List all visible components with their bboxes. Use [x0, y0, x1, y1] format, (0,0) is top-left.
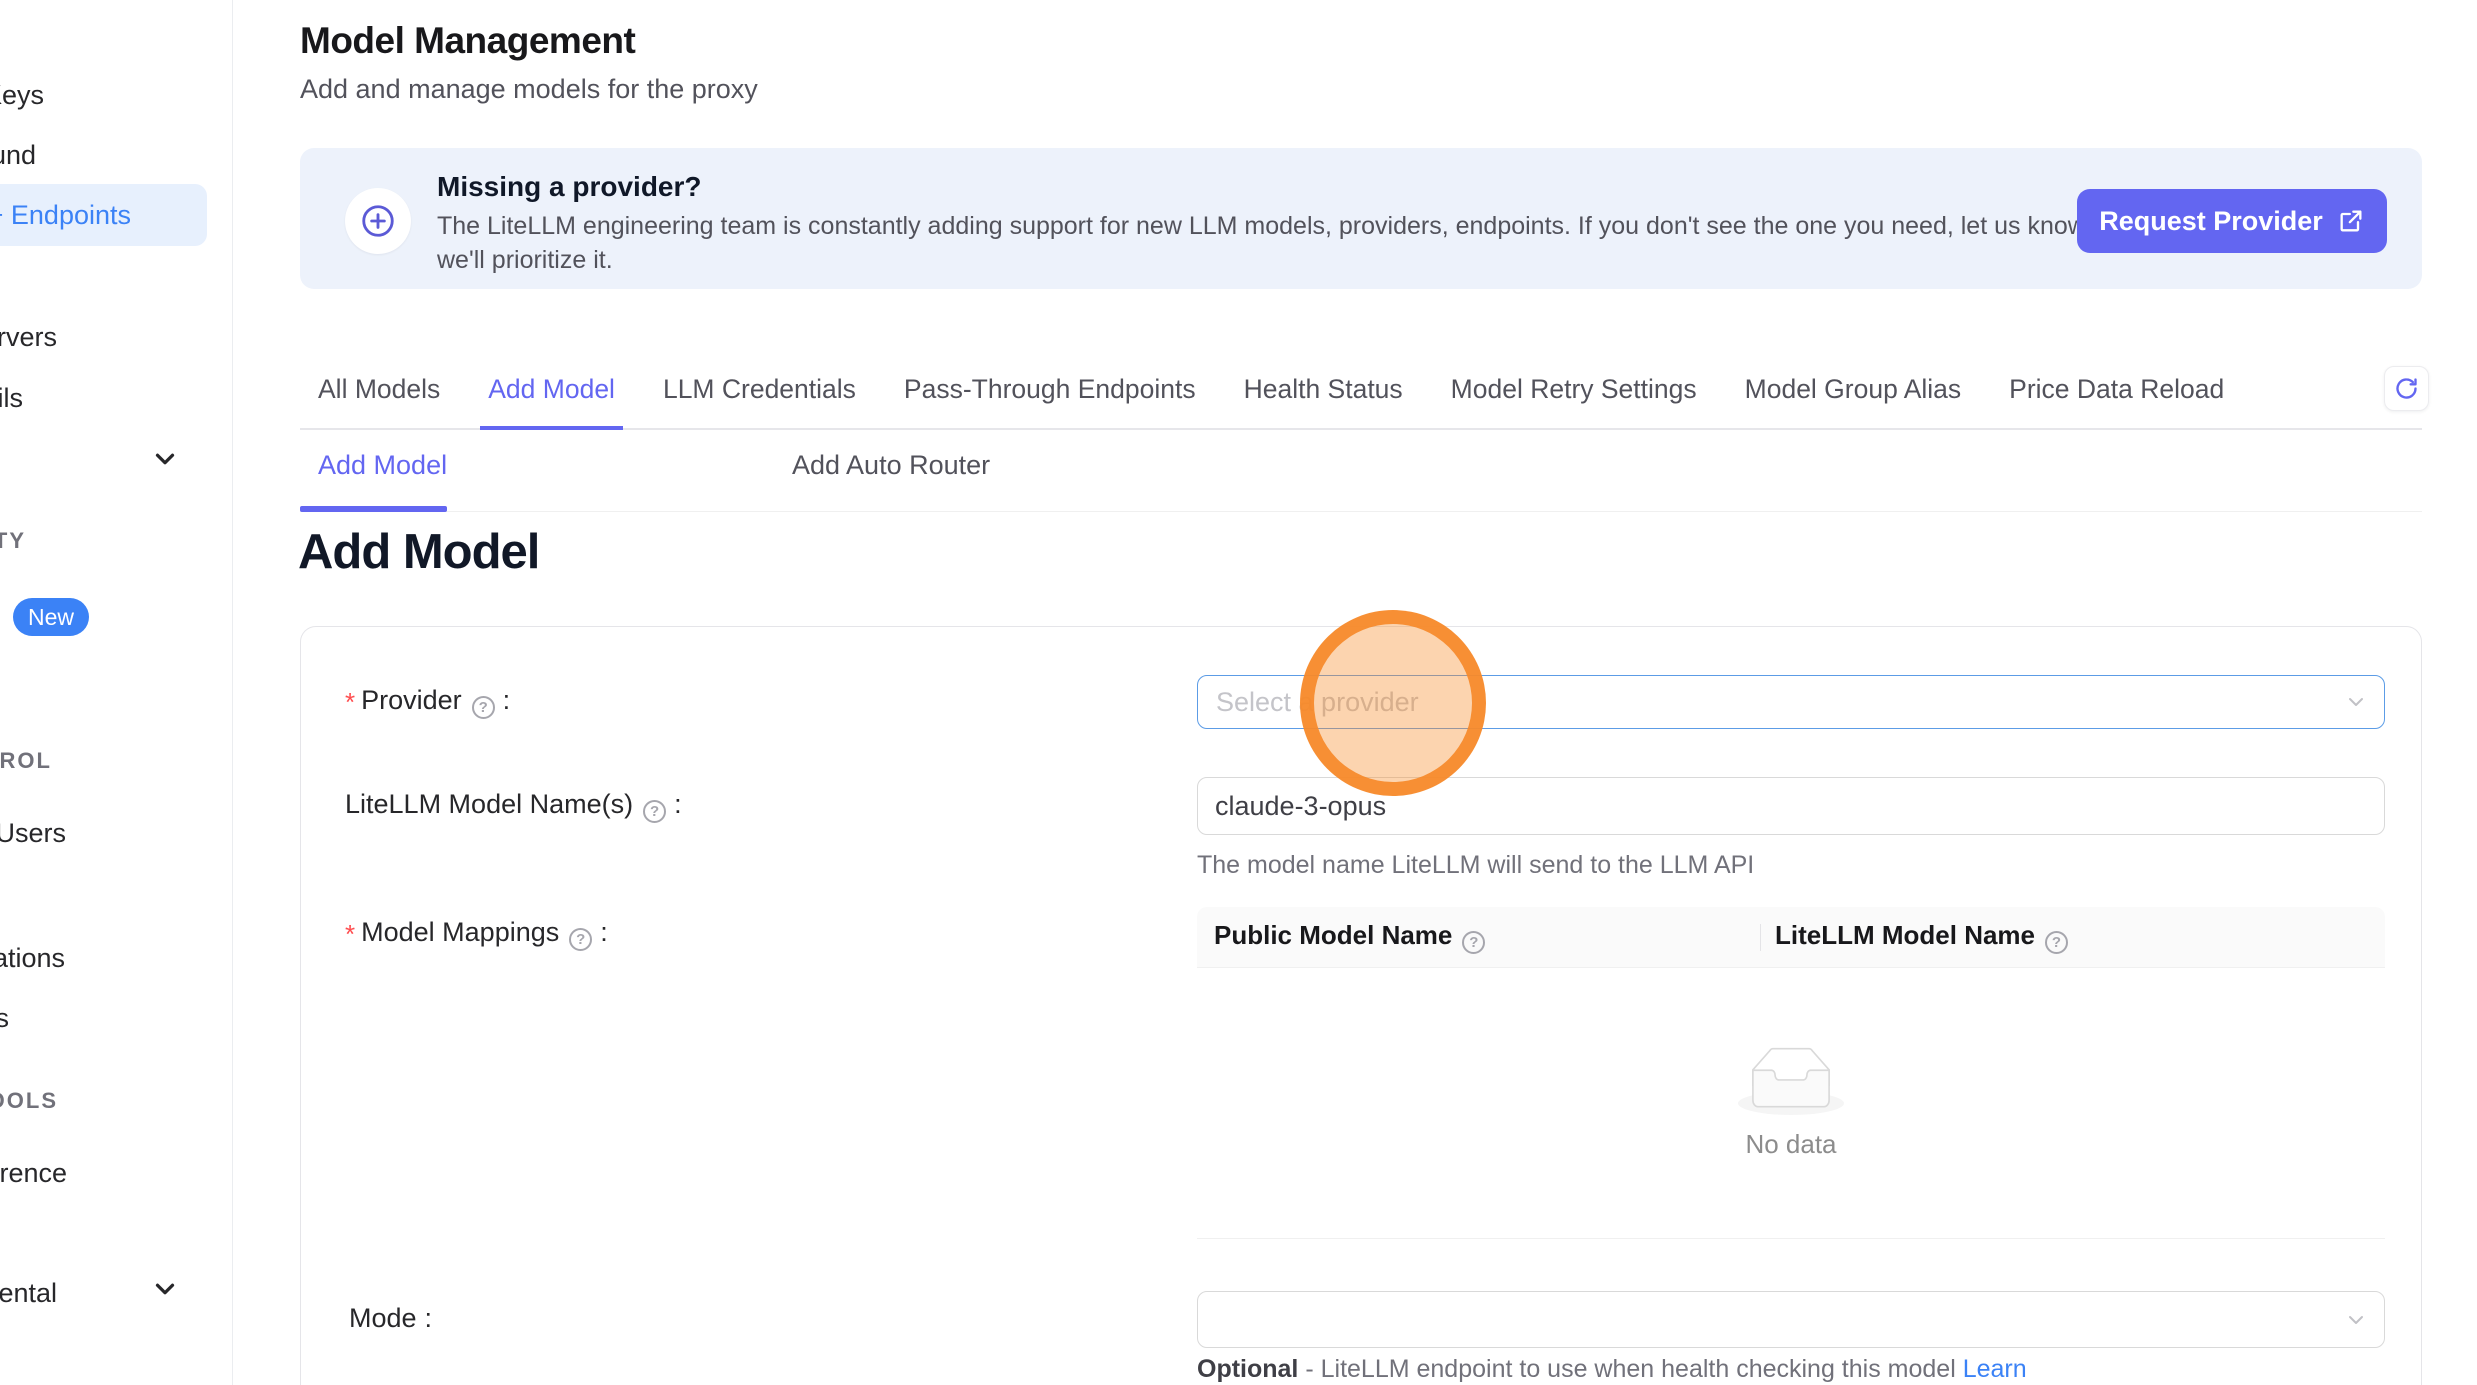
mode-help-rest: - LiteLLM endpoint to use when health ch… [1305, 1355, 1955, 1383]
model-mappings-label: *Model Mappings?: [345, 917, 608, 951]
model-name-help-text: The model name LiteLLM will send to the … [1197, 851, 1754, 880]
banner-description-line1: The LiteLLM engineering team is constant… [437, 212, 2134, 241]
model-name-input[interactable] [1197, 777, 2385, 835]
refresh-icon [2393, 375, 2420, 402]
new-badge: New [13, 598, 89, 636]
label-colon: : [674, 789, 682, 819]
model-mappings-label-text: Model Mappings [361, 917, 559, 947]
help-icon[interactable]: ? [2045, 931, 2068, 954]
refresh-button[interactable] [2384, 366, 2429, 411]
tab-llm-credentials[interactable]: LLM Credentials [655, 362, 864, 430]
active-subtab-underline [300, 506, 447, 512]
empty-box-icon [1738, 1047, 1844, 1115]
sidebar-section-access-control: TROL [0, 748, 52, 774]
model-mappings-table: Public Model Name? LiteLLM Model Name? [1197, 907, 2385, 1239]
sidebar-item-guardrails[interactable]: ils [0, 383, 23, 414]
tab-model-group-alias[interactable]: Model Group Alias [1737, 362, 1970, 430]
column-public-model-name: Public Model Name? [1197, 920, 1491, 954]
column-label: LiteLLM Model Name [1775, 920, 2035, 950]
mode-select[interactable] [1197, 1291, 2385, 1348]
sidebar-section-tools: OOLS [0, 1088, 58, 1114]
help-icon[interactable]: ? [643, 800, 666, 823]
mode-help-text: Optional - LiteLLM endpoint to use when … [1197, 1355, 2027, 1384]
chevron-down-icon [2344, 1308, 2368, 1332]
page-subtitle: Add and manage models for the proxy [300, 74, 758, 105]
tab-pass-through-endpoints[interactable]: Pass-Through Endpoints [896, 362, 1204, 430]
sidebar-section-observability: TY [0, 528, 26, 554]
sidebar-item-inference[interactable]: erence [0, 1158, 67, 1189]
sidebar: Keys und + Endpoints rvers ils TY New TR… [0, 0, 233, 1385]
subtab-add-auto-router[interactable]: Add Auto Router [792, 450, 990, 481]
tab-price-data-reload[interactable]: Price Data Reload [2001, 362, 2232, 430]
help-icon[interactable]: ? [472, 696, 495, 719]
label-colon: : [600, 917, 608, 947]
tab-health-status[interactable]: Health Status [1236, 362, 1411, 430]
model-management-page: Keys und + Endpoints rvers ils TY New TR… [0, 0, 2477, 1385]
mappings-table-header: Public Model Name? LiteLLM Model Name? [1197, 907, 2385, 968]
help-icon[interactable]: ? [569, 928, 592, 951]
page-title: Model Management [300, 20, 635, 62]
mode-label: Mode: [349, 1303, 432, 1334]
column-label: Public Model Name [1214, 920, 1452, 950]
sidebar-item-endpoints-active[interactable]: + Endpoints [0, 184, 207, 246]
required-marker: * [345, 919, 355, 949]
provider-label: *Provider?: [345, 685, 510, 719]
learn-link[interactable]: Learn [1963, 1355, 2027, 1383]
request-provider-button[interactable]: Request Provider [2077, 189, 2387, 253]
tab-all-models[interactable]: All Models [310, 362, 448, 430]
sidebar-item-servers[interactable]: rvers [0, 322, 57, 353]
tab-add-model[interactable]: Add Model [480, 362, 623, 430]
chevron-down-icon [2344, 690, 2368, 714]
sidebar-item-playground[interactable]: und [0, 140, 36, 171]
model-tabs: All Models Add Model LLM Credentials Pas… [300, 362, 2422, 430]
mappings-empty-state: No data [1197, 968, 2385, 1239]
model-names-label-text: LiteLLM Model Name(s) [345, 789, 633, 819]
sidebar-item-teams[interactable]: s [0, 1003, 9, 1034]
column-divider [1760, 924, 1761, 951]
sidebar-item-users[interactable]: Users [0, 818, 66, 849]
chevron-down-icon[interactable] [150, 444, 180, 474]
add-model-form-card: *Provider?: Select a provider LiteLLM Mo… [300, 626, 2422, 1385]
mode-help-bold: Optional [1197, 1355, 1298, 1383]
subtab-add-model[interactable]: Add Model [318, 450, 447, 481]
mode-label-text: Mode [349, 1303, 417, 1333]
banner-description-line2: we'll prioritize it. [437, 246, 613, 275]
provider-select[interactable]: Select a provider [1197, 675, 2385, 729]
provider-label-text: Provider [361, 685, 462, 715]
external-link-icon [2337, 207, 2365, 235]
help-icon[interactable]: ? [1462, 931, 1485, 954]
required-marker: * [345, 687, 355, 717]
provider-placeholder: Select a provider [1216, 687, 1419, 718]
tab-model-retry-settings[interactable]: Model Retry Settings [1443, 362, 1705, 430]
label-colon: : [425, 1303, 433, 1333]
banner-title: Missing a provider? [437, 171, 702, 203]
plus-circle-badge [345, 188, 411, 254]
chevron-down-icon[interactable] [150, 1274, 180, 1304]
sidebar-item-organizations[interactable]: ations [0, 943, 65, 974]
add-model-subtabs: Add Model Add Auto Router [300, 440, 2422, 512]
sidebar-item-label: + Endpoints [0, 200, 131, 231]
sidebar-item-experimental[interactable]: ental [0, 1278, 57, 1309]
plus-circle-icon [359, 202, 397, 240]
sidebar-item-keys[interactable]: Keys [0, 80, 44, 111]
label-colon: : [503, 685, 511, 715]
no-data-text: No data [1745, 1129, 1836, 1160]
add-model-heading: Add Model [298, 524, 539, 580]
column-litellm-model-name: LiteLLM Model Name? [1775, 920, 2074, 954]
request-provider-label: Request Provider [2099, 206, 2323, 237]
sidebar-divider [232, 0, 233, 1385]
missing-provider-banner: Missing a provider? The LiteLLM engineer… [300, 148, 2422, 289]
model-names-label: LiteLLM Model Name(s)?: [345, 789, 682, 823]
